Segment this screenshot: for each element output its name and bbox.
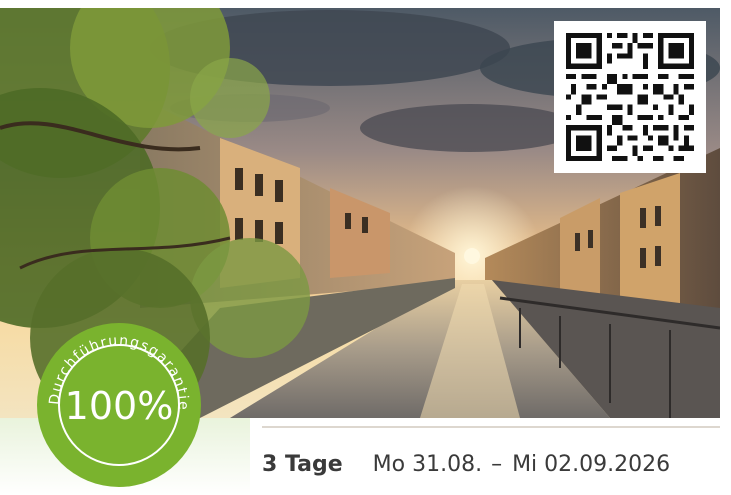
trip-start-date: Mo 31.08. <box>372 452 483 477</box>
qr-code[interactable] <box>554 21 706 173</box>
divider-line <box>262 426 720 428</box>
trip-end-date: Mi 02.09.2026 <box>512 452 671 477</box>
badge-percent: 100% <box>65 384 174 428</box>
trip-duration: 3 Tage <box>262 452 343 477</box>
trip-dates: 3 Tage Mo 31.08. – Mi 02.09.2026 <box>262 452 670 480</box>
date-separator: – <box>491 452 503 477</box>
guarantee-badge: Durchführungsgarantie 100% <box>37 323 201 487</box>
qr-code-icon <box>566 33 694 161</box>
